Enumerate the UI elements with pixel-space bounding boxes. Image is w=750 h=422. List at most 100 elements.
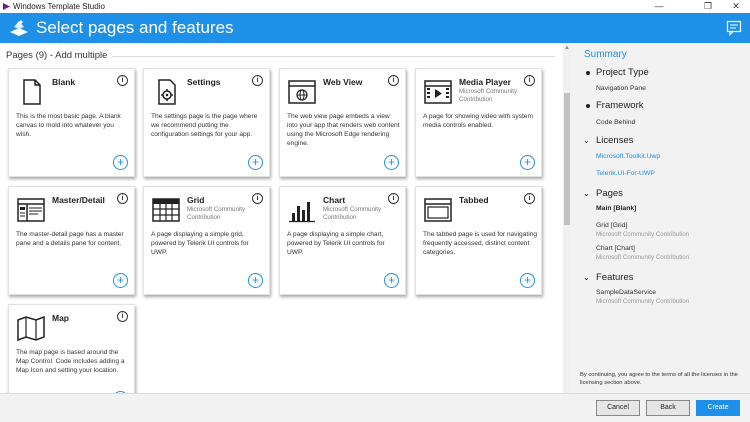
card-description: A page displaying a simple chart, powere… xyxy=(287,231,385,256)
bullet-icon xyxy=(586,104,590,108)
feedback-icon[interactable] xyxy=(726,20,742,36)
section-divider xyxy=(112,56,555,57)
card-title: Media Player xyxy=(459,77,511,87)
license-link[interactable]: Microsoft.Toolkit.Uwp xyxy=(596,153,660,160)
project-type-value: Navigation Pane xyxy=(596,85,646,92)
card-subtitle: Microsoft Community Contribution xyxy=(187,206,246,221)
add-page-button[interactable]: + xyxy=(384,155,399,170)
template-studio-logo-icon xyxy=(10,20,28,36)
summary-page-sub: Microsoft Community Contribution xyxy=(596,231,690,238)
framework-value: Code Behind xyxy=(596,119,636,126)
card-description: This is the most basic page. A blank can… xyxy=(16,113,121,138)
summary-page-item[interactable]: Chart [Chart] xyxy=(596,245,635,252)
card-title: Map xyxy=(52,313,69,323)
add-page-button[interactable]: + xyxy=(520,273,535,288)
add-page-button[interactable]: + xyxy=(248,273,263,288)
scrollbar-thumb[interactable] xyxy=(564,93,570,225)
media-player-icon xyxy=(424,80,452,104)
summary-title: Summary xyxy=(584,49,627,60)
wizard-footer: Cancel Back Create xyxy=(0,393,750,422)
info-icon[interactable]: i xyxy=(252,75,263,86)
settings-gear-icon xyxy=(158,79,176,105)
scroll-up-arrow-icon[interactable]: ▲ xyxy=(563,44,571,52)
page-card-tabbed[interactable]: Tabbed i The tabbed page is used for nav… xyxy=(415,186,542,295)
card-description: The master-detail page has a master pane… xyxy=(16,231,124,247)
info-icon[interactable]: i xyxy=(524,193,535,204)
blank-page-icon xyxy=(23,79,41,105)
card-title: Grid xyxy=(187,195,205,205)
back-button[interactable]: Back xyxy=(646,400,690,416)
add-page-button[interactable]: + xyxy=(384,273,399,288)
card-description: The tabbed page is used for navigating f… xyxy=(423,231,538,256)
minimize-button[interactable]: — xyxy=(646,0,672,13)
page-card-web-view[interactable]: Web View i The web view page embeds a vi… xyxy=(279,68,406,177)
page-card-grid[interactable]: Grid Microsoft Community Contribution i … xyxy=(143,186,270,295)
licenses-label: Licenses xyxy=(596,135,634,146)
chevron-down-icon[interactable]: ⌄ xyxy=(583,136,590,145)
pages-label: Pages xyxy=(596,188,623,199)
close-button[interactable]: ✕ xyxy=(723,0,749,13)
create-button[interactable]: Create xyxy=(696,400,740,416)
card-description: A page for showing video with system med… xyxy=(423,113,533,129)
card-title: Chart xyxy=(323,195,346,205)
info-icon[interactable]: i xyxy=(117,75,128,86)
card-subtitle: Microsoft Community Contribution xyxy=(323,206,382,221)
add-page-button[interactable]: + xyxy=(520,155,535,170)
tabbed-icon xyxy=(424,198,452,222)
project-type-label: Project Type xyxy=(596,67,649,78)
card-description: A page displaying a simple grid, powered… xyxy=(151,231,249,256)
card-title: Blank xyxy=(52,77,76,87)
chevron-down-icon[interactable]: ⌄ xyxy=(583,273,590,282)
bullet-icon xyxy=(586,71,590,75)
master-detail-icon xyxy=(17,198,45,222)
page-card-settings[interactable]: Settings i The settings page is the page… xyxy=(143,68,270,177)
chart-icon xyxy=(289,202,315,223)
summary-page-item[interactable]: Grid [Grid] xyxy=(596,222,627,229)
pages-scrollbar[interactable]: ▲ xyxy=(563,43,571,393)
summary-feature-sub: Microsoft Community Contribution xyxy=(596,298,690,305)
window-titlebar: Windows Template Studio — ❐ ✕ xyxy=(0,0,750,13)
pages-panel: Pages (9) - Add multiple Blank i This is… xyxy=(0,43,563,393)
summary-feature-item[interactable]: SampleDataService xyxy=(596,289,656,296)
license-link[interactable]: Telerik.UI-For-UWP xyxy=(596,170,655,177)
window-title: Windows Template Studio xyxy=(13,2,105,11)
add-page-button[interactable]: + xyxy=(113,273,128,288)
wizard-header: Select pages and features xyxy=(0,13,750,43)
restore-button[interactable]: ❐ xyxy=(695,0,721,13)
summary-page-item[interactable]: Main [Blank] xyxy=(596,205,636,212)
page-title: Select pages and features xyxy=(36,18,234,37)
page-card-chart[interactable]: Chart Microsoft Community Contribution i… xyxy=(279,186,406,295)
page-card-media-player[interactable]: Media Player Microsoft Community Contrib… xyxy=(415,68,542,177)
page-card-blank[interactable]: Blank i This is the most basic page. A b… xyxy=(8,68,135,177)
card-subtitle: Microsoft Community Contribution xyxy=(459,88,518,103)
info-icon[interactable]: i xyxy=(252,193,263,204)
page-card-map[interactable]: Map i The map page is based around the M… xyxy=(8,304,135,393)
card-title: Master/Detail xyxy=(52,195,105,205)
card-title: Settings xyxy=(187,77,221,87)
card-title: Web View xyxy=(323,77,363,87)
add-page-button[interactable]: + xyxy=(113,155,128,170)
info-icon[interactable]: i xyxy=(524,75,535,86)
card-title: Tabbed xyxy=(459,195,489,205)
info-icon[interactable]: i xyxy=(117,311,128,322)
card-description: The web view page embeds a view into you… xyxy=(287,113,400,147)
info-icon[interactable]: i xyxy=(388,193,399,204)
features-label: Features xyxy=(596,272,634,283)
summary-page-sub: Microsoft Community Contribution xyxy=(596,254,690,261)
license-agreement-text: By continuing, you agree to the terms of… xyxy=(580,372,738,386)
card-description: The map page is based around the Map Con… xyxy=(16,349,125,374)
app-icon xyxy=(3,3,10,10)
chevron-down-icon[interactable]: ⌄ xyxy=(583,189,590,198)
add-page-button[interactable]: + xyxy=(248,155,263,170)
info-icon[interactable]: i xyxy=(388,75,399,86)
grid-icon xyxy=(152,198,180,222)
info-icon[interactable]: i xyxy=(117,193,128,204)
cancel-button[interactable]: Cancel xyxy=(596,400,640,416)
framework-label: Framework xyxy=(596,100,644,111)
page-card-master-detail[interactable]: Master/Detail i The master-detail page h… xyxy=(8,186,135,295)
web-view-globe-icon xyxy=(288,80,316,104)
card-description: The settings page is the page where we r… xyxy=(151,113,258,138)
summary-panel: Summary Project Type Navigation Pane Fra… xyxy=(571,43,750,393)
map-icon xyxy=(17,315,45,342)
pages-section-title: Pages (9) - Add multiple xyxy=(6,50,108,61)
